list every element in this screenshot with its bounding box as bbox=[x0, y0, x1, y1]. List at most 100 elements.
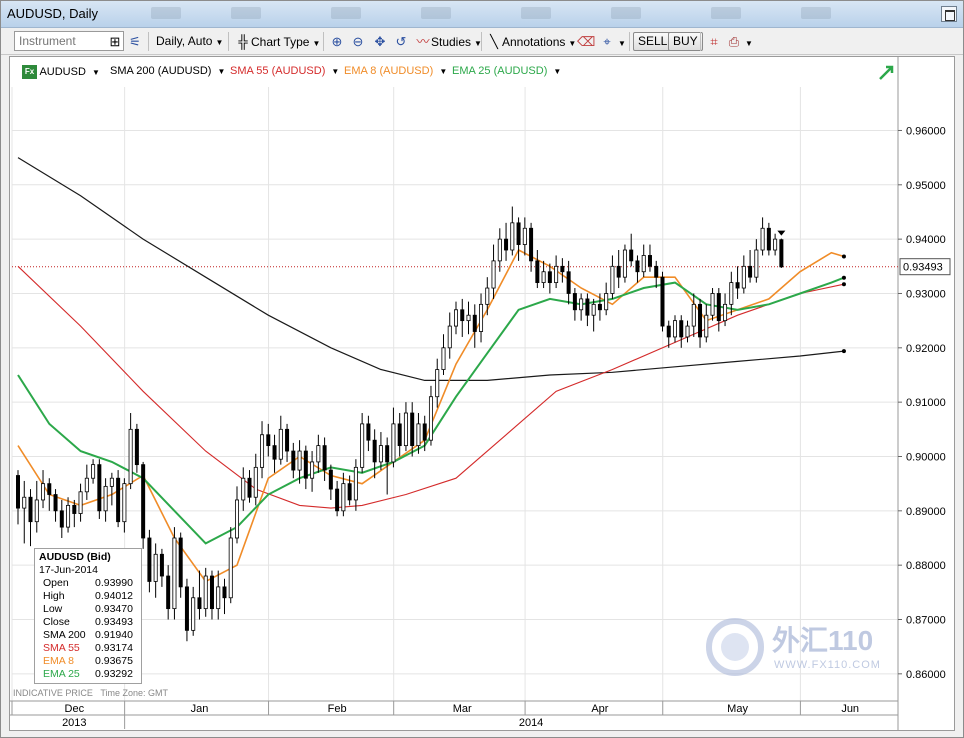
info-row: Close 0.93493 bbox=[39, 616, 137, 629]
blurred-tab bbox=[521, 7, 551, 19]
candle-body bbox=[698, 303, 703, 338]
candle-body bbox=[403, 412, 408, 447]
line-tool-icon: ╲ bbox=[490, 34, 498, 49]
candle-body bbox=[347, 483, 352, 501]
crosshair-icon[interactable]: ⌖ ▼ bbox=[599, 32, 626, 51]
maximize-button[interactable] bbox=[941, 6, 957, 22]
candle-body bbox=[285, 428, 290, 452]
interval-dropdown[interactable]: Daily, Auto ▼ bbox=[156, 32, 223, 51]
info-row-value: 0.93675 bbox=[95, 655, 133, 667]
info-row: Low 0.93470 bbox=[39, 603, 137, 616]
candle-body bbox=[72, 504, 77, 514]
candle-body bbox=[266, 434, 271, 447]
link-chart-icon[interactable]: ⚟ bbox=[127, 32, 143, 51]
month-label: Feb bbox=[328, 703, 347, 715]
eraser-icon[interactable]: ⌫ bbox=[577, 32, 595, 51]
window-title: AUDUSD, Daily bbox=[7, 6, 99, 21]
zoom-in-icon[interactable]: ⊕ bbox=[329, 32, 345, 51]
info-row-label: Open bbox=[43, 577, 69, 589]
legend-instrument[interactable]: Fx AUDUSD ▼ bbox=[22, 65, 100, 79]
instrument-search-icon[interactable]: ⊞ bbox=[107, 32, 123, 51]
info-title: AUDUSD (Bid) bbox=[39, 551, 111, 563]
legend-sma55-label: SMA 55 (AUDUSD) bbox=[230, 65, 326, 77]
y-tick-label: 0.89000 bbox=[906, 506, 946, 518]
legend-ema8[interactable]: EMA 8 (AUDUSD) ▼ bbox=[344, 65, 447, 77]
candle-body bbox=[153, 553, 158, 582]
legend-ema25[interactable]: EMA 25 (AUDUSD) ▼ bbox=[452, 65, 561, 77]
toolbar-separator bbox=[700, 32, 701, 51]
zoom-out-icon[interactable]: ⊖ bbox=[350, 32, 366, 51]
legend-sma200-label: SMA 200 (AUDUSD) bbox=[110, 65, 212, 77]
studies-dropdown[interactable]: 〰 Studies ▼ bbox=[415, 32, 481, 51]
toolbar-separator bbox=[323, 32, 324, 51]
scroll-latest-icon[interactable] bbox=[879, 65, 894, 80]
candle-body bbox=[716, 293, 721, 322]
info-row-label: EMA 25 bbox=[43, 668, 80, 680]
y-tick-label: 0.94000 bbox=[906, 234, 946, 246]
annotations-label: Annotations bbox=[502, 35, 566, 49]
candle-body bbox=[34, 499, 39, 523]
y-tick-label: 0.92000 bbox=[906, 343, 946, 355]
candle-body bbox=[109, 477, 114, 487]
pan-icon[interactable]: ✥ bbox=[372, 32, 388, 51]
candle-body bbox=[441, 347, 446, 370]
candle-body bbox=[278, 428, 283, 460]
reset-zoom-icon[interactable]: ↺ bbox=[393, 32, 409, 51]
candle-body bbox=[566, 271, 571, 294]
candle-body bbox=[241, 477, 246, 501]
candle-body bbox=[303, 450, 308, 479]
candle-body bbox=[360, 423, 365, 468]
candle-body bbox=[59, 510, 64, 528]
title-bar: AUDUSD, Daily bbox=[1, 1, 963, 28]
last-price-label: 0.93493 bbox=[903, 262, 943, 274]
candle-body bbox=[510, 222, 515, 251]
chart-settings-icon[interactable]: ⌗ bbox=[706, 32, 722, 51]
candle-body bbox=[128, 428, 133, 485]
candle-body bbox=[691, 303, 696, 327]
interval-mode-label: Auto bbox=[187, 34, 213, 48]
candle-body bbox=[22, 496, 27, 509]
candle-body bbox=[635, 260, 640, 273]
last-bar-marker bbox=[777, 230, 786, 236]
info-row-label: SMA 200 bbox=[43, 629, 86, 641]
info-row: SMA 55 0.93174 bbox=[39, 642, 137, 655]
candle-body bbox=[428, 396, 433, 441]
candle-body bbox=[78, 491, 83, 514]
candle-body bbox=[647, 255, 652, 267]
blurred-tab bbox=[801, 7, 831, 19]
y-tick-label: 0.87000 bbox=[906, 614, 946, 626]
info-row-label: EMA 8 bbox=[43, 655, 74, 667]
candle-body bbox=[203, 575, 208, 610]
candle-body bbox=[178, 537, 183, 588]
info-row-value: 0.93990 bbox=[95, 577, 133, 589]
candle-body bbox=[16, 475, 21, 509]
y-tick-label: 0.86000 bbox=[906, 669, 946, 681]
candle-body bbox=[591, 303, 596, 316]
chart-area[interactable]: 0.96000 0.95000 0.94000 0.93000 0.92000 0.910… bbox=[9, 56, 955, 731]
candle-body bbox=[485, 287, 490, 305]
candle-body bbox=[529, 227, 534, 262]
candle-body bbox=[166, 575, 171, 610]
buy-button[interactable]: BUY bbox=[668, 32, 703, 51]
candle-body bbox=[741, 265, 746, 289]
candle-body bbox=[316, 445, 321, 463]
candle-body bbox=[460, 309, 465, 322]
chart-type-dropdown[interactable]: ╬ Chart Type ▼ bbox=[235, 32, 320, 51]
chevron-down-icon: ▼ bbox=[312, 39, 321, 48]
candle-body bbox=[754, 249, 759, 278]
candle-body bbox=[209, 575, 214, 610]
print-icon[interactable]: ⎙ ▼ bbox=[726, 32, 753, 51]
sell-button[interactable]: SELL bbox=[633, 32, 673, 51]
candle-body bbox=[766, 227, 771, 251]
candle-body bbox=[385, 445, 390, 463]
month-label: Apr bbox=[591, 703, 608, 715]
candle-body bbox=[410, 412, 415, 447]
legend-sma55[interactable]: SMA 55 (AUDUSD) ▼ bbox=[230, 65, 339, 77]
info-row-label: Low bbox=[43, 603, 63, 615]
legend-sma200[interactable]: SMA 200 (AUDUSD) ▼ bbox=[110, 65, 225, 77]
candle-body bbox=[122, 483, 127, 523]
y-tick-label: 0.90000 bbox=[906, 451, 946, 463]
annotations-dropdown[interactable]: ╲ Annotations ▼ bbox=[486, 32, 576, 51]
toolbar-separator bbox=[228, 32, 229, 51]
candle-body bbox=[366, 423, 371, 441]
